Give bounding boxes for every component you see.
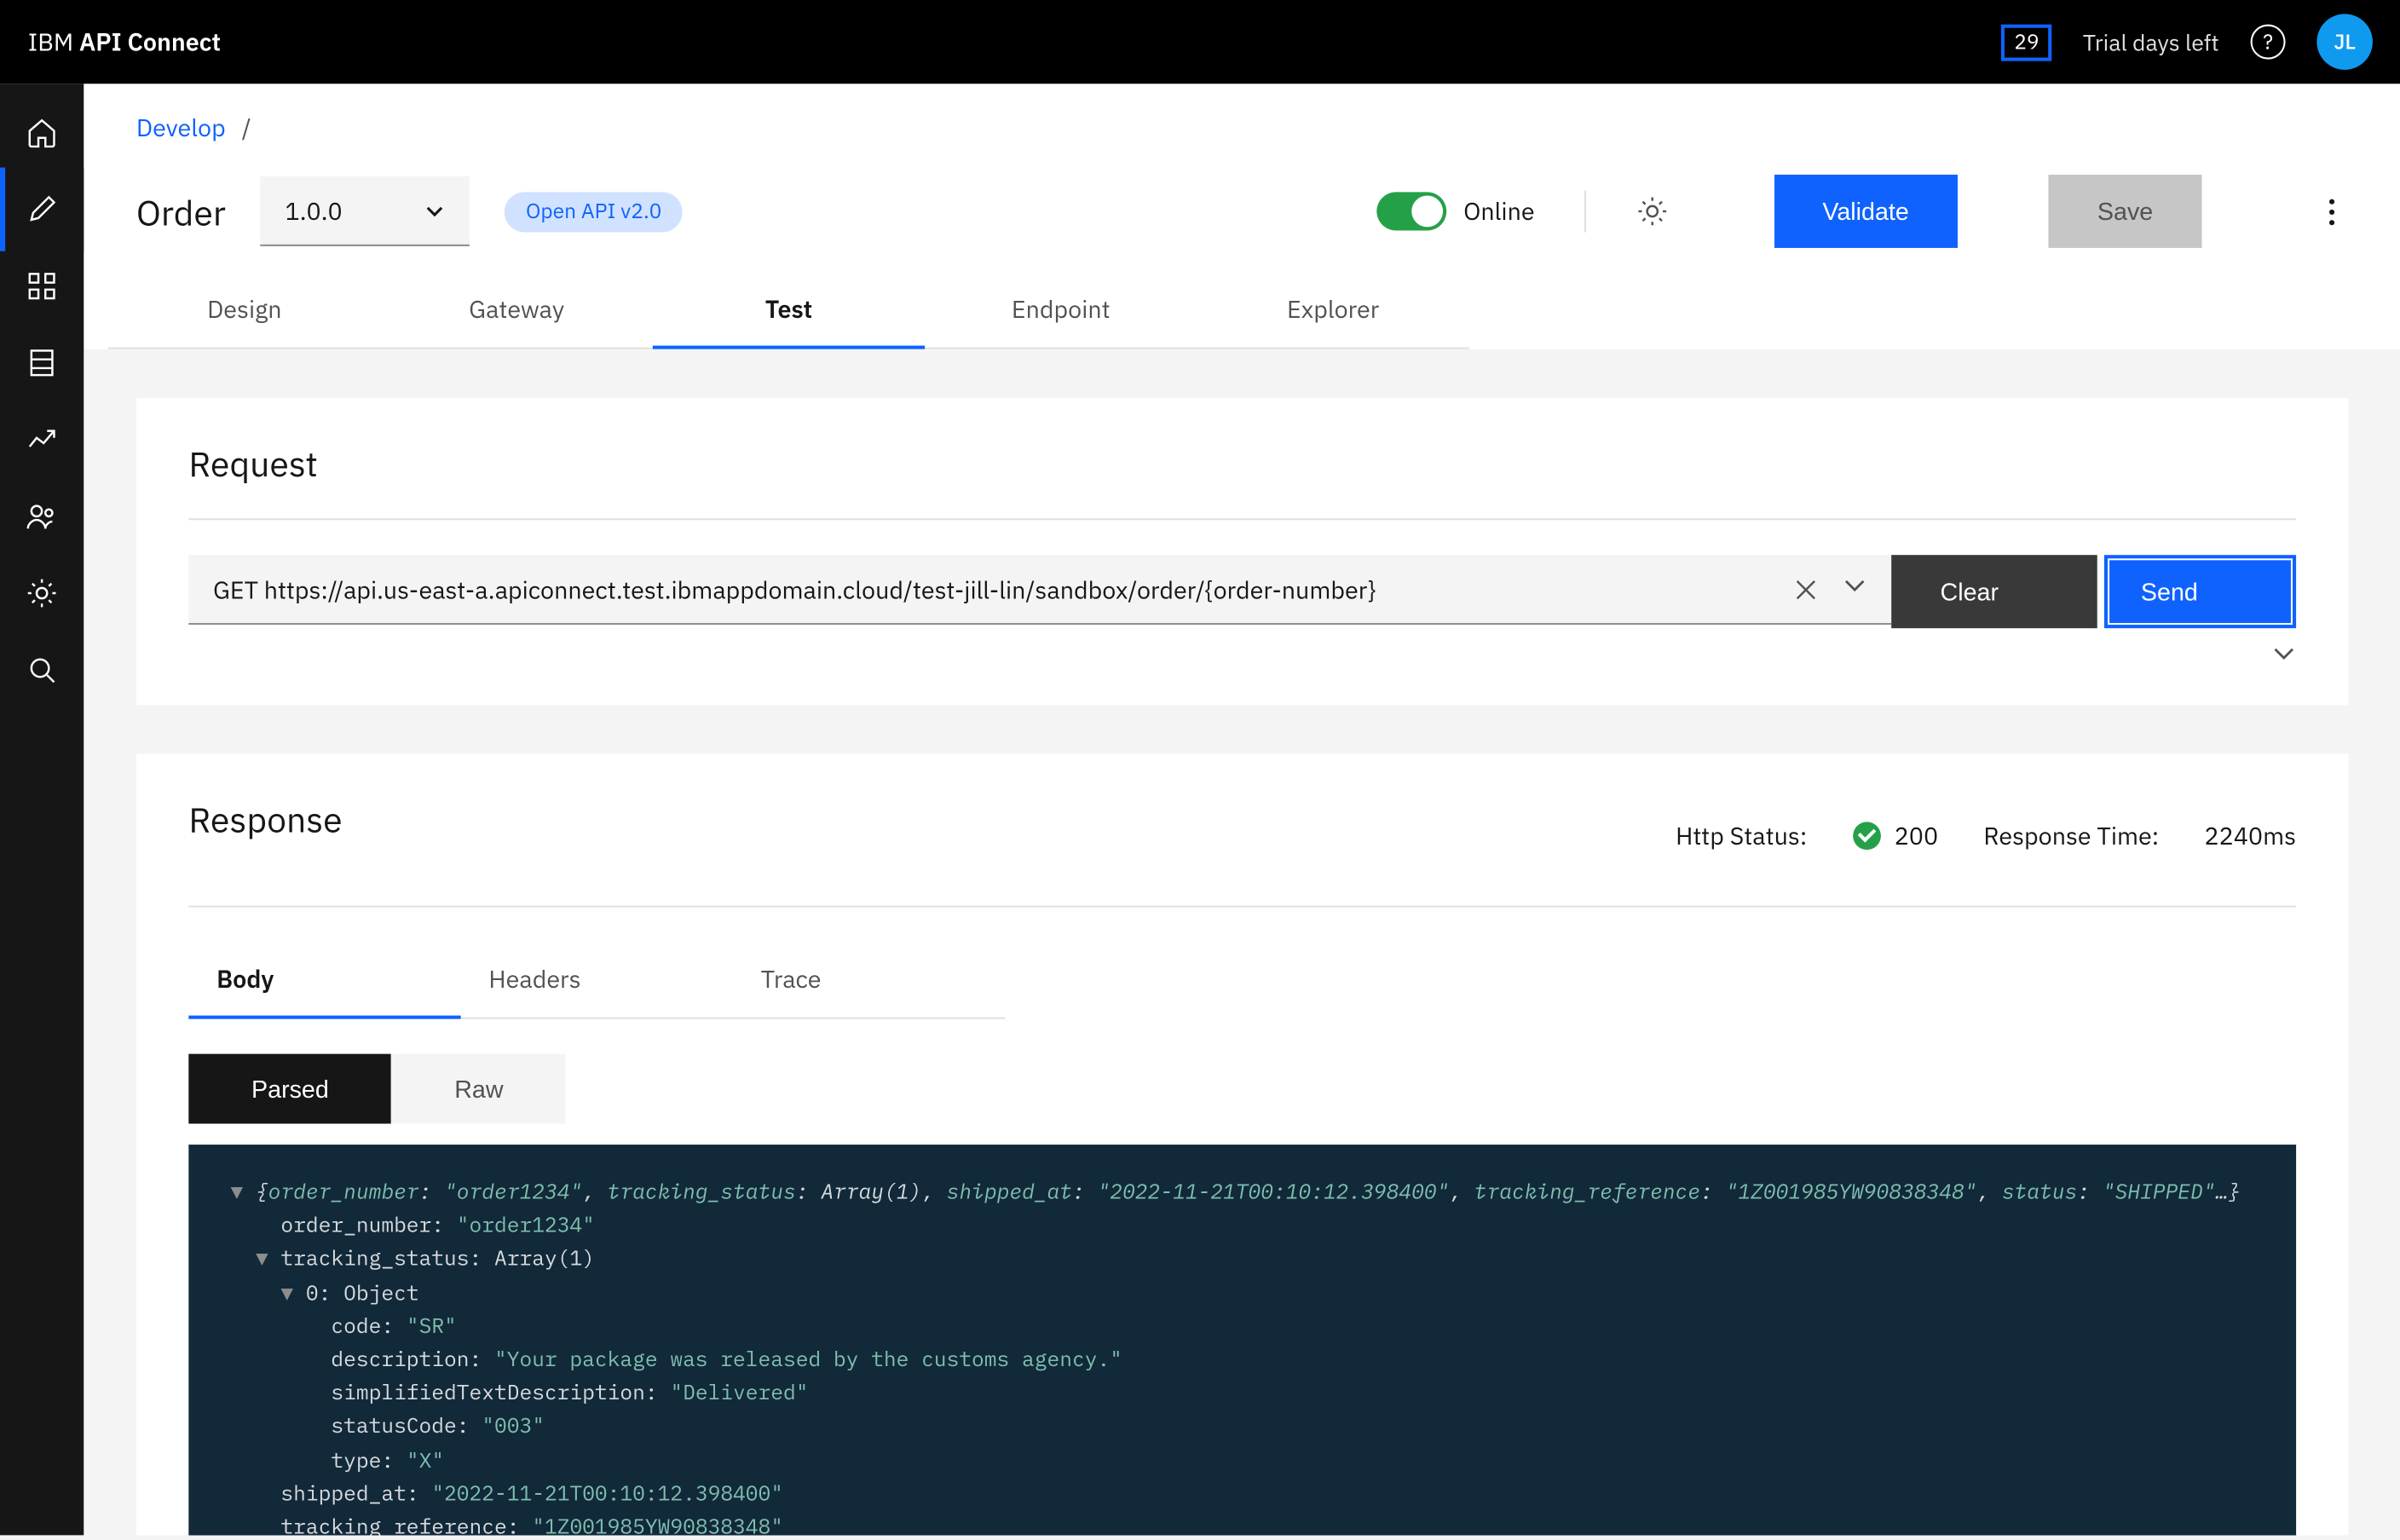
breadcrumb-root[interactable]: Develop [136,112,226,143]
brand-product: API Connect [79,26,221,58]
online-toggle[interactable] [1376,192,1445,230]
title-row: Order 1.0.0 Open API v2.0 Online Validat… [84,160,2400,272]
response-time-label: Response Time: [1983,819,2159,851]
sidebar [0,84,84,1535]
status-label: Http Status: [1676,819,1807,851]
subtab-trace[interactable]: Trace [733,942,1005,1018]
subtab-headers[interactable]: Headers [460,942,732,1018]
raw-button[interactable]: Raw [391,1053,566,1123]
tab-design[interactable]: Design [108,272,380,349]
page-title: Order [136,187,226,234]
save-button[interactable]: Save [2048,175,2201,248]
online-label: Online [1463,195,1535,227]
brand-prefix: IBM [28,26,79,58]
response-panel: Response Http Status: 200 Response Time:… [136,753,2349,1535]
help-icon[interactable]: ? [2251,25,2286,60]
brand: IBM API Connect [28,26,221,58]
main-tabs: Design Gateway Test Endpoint Explorer [84,272,2400,349]
avatar[interactable]: JL [2316,14,2373,70]
request-panel: Request GET https://api.us-east-a.apicon… [136,398,2349,705]
home-icon[interactable] [25,115,60,150]
request-url-input[interactable]: GET https://api.us-east-a.apiconnect.tes… [188,555,1891,625]
subtab-body[interactable]: Body [188,942,460,1018]
validate-button[interactable]: Validate [1774,175,1958,248]
version-value: 1.0.0 [285,194,342,226]
breadcrumb: Develop / [84,84,2400,160]
catalog-icon[interactable] [25,268,60,303]
clear-button[interactable]: Clear [1891,555,2097,628]
analytics-icon[interactable] [25,422,60,457]
gear-icon[interactable] [1634,193,1669,228]
trial-days-badge: 29 [2002,24,2051,61]
request-url-value: GET https://api.us-east-a.apiconnect.tes… [213,573,1376,604]
top-header: IBM API Connect 29 Trial days left ? JL [0,0,2400,84]
chevron-down-icon [424,203,446,216]
clear-input-icon[interactable] [1793,577,1818,602]
tab-gateway[interactable]: Gateway [380,272,652,349]
response-heading: Response [188,795,342,842]
members-icon[interactable] [25,499,60,534]
parsed-button[interactable]: Parsed [188,1053,391,1123]
settings-icon[interactable] [25,576,60,611]
trial-days-label: Trial days left [2083,27,2219,57]
version-select[interactable]: 1.0.0 [261,176,470,246]
request-heading: Request [188,440,2296,487]
response-time-value: 2240ms [2204,819,2296,851]
response-subtabs: Body Headers Trace [188,942,2296,1018]
send-button[interactable]: Send [2109,560,2291,623]
breadcrumb-sep: / [242,112,251,143]
main-content: Develop / Order 1.0.0 Open API v2.0 Onli… [84,84,2400,1535]
status-ok-icon [1852,821,1880,849]
status-code: 200 [1894,819,1938,851]
body-view-toggle: Parsed Raw [188,1053,2296,1123]
overflow-menu-icon[interactable] [2313,198,2348,224]
tab-test[interactable]: Test [653,272,925,349]
response-body-json[interactable]: ▼ {order_number: "order1234", tracking_s… [188,1145,2296,1536]
chevron-down-icon[interactable] [1843,577,1867,602]
spec-badge: Open API v2.0 [505,191,683,231]
data-icon[interactable] [25,345,60,380]
tab-explorer[interactable]: Explorer [1197,272,1468,349]
tab-endpoint[interactable]: Endpoint [925,272,1197,349]
send-button-wrap: Send [2104,555,2296,628]
develop-icon[interactable] [25,192,60,227]
search-icon[interactable] [25,653,60,688]
expand-request-icon[interactable] [2271,645,2296,662]
